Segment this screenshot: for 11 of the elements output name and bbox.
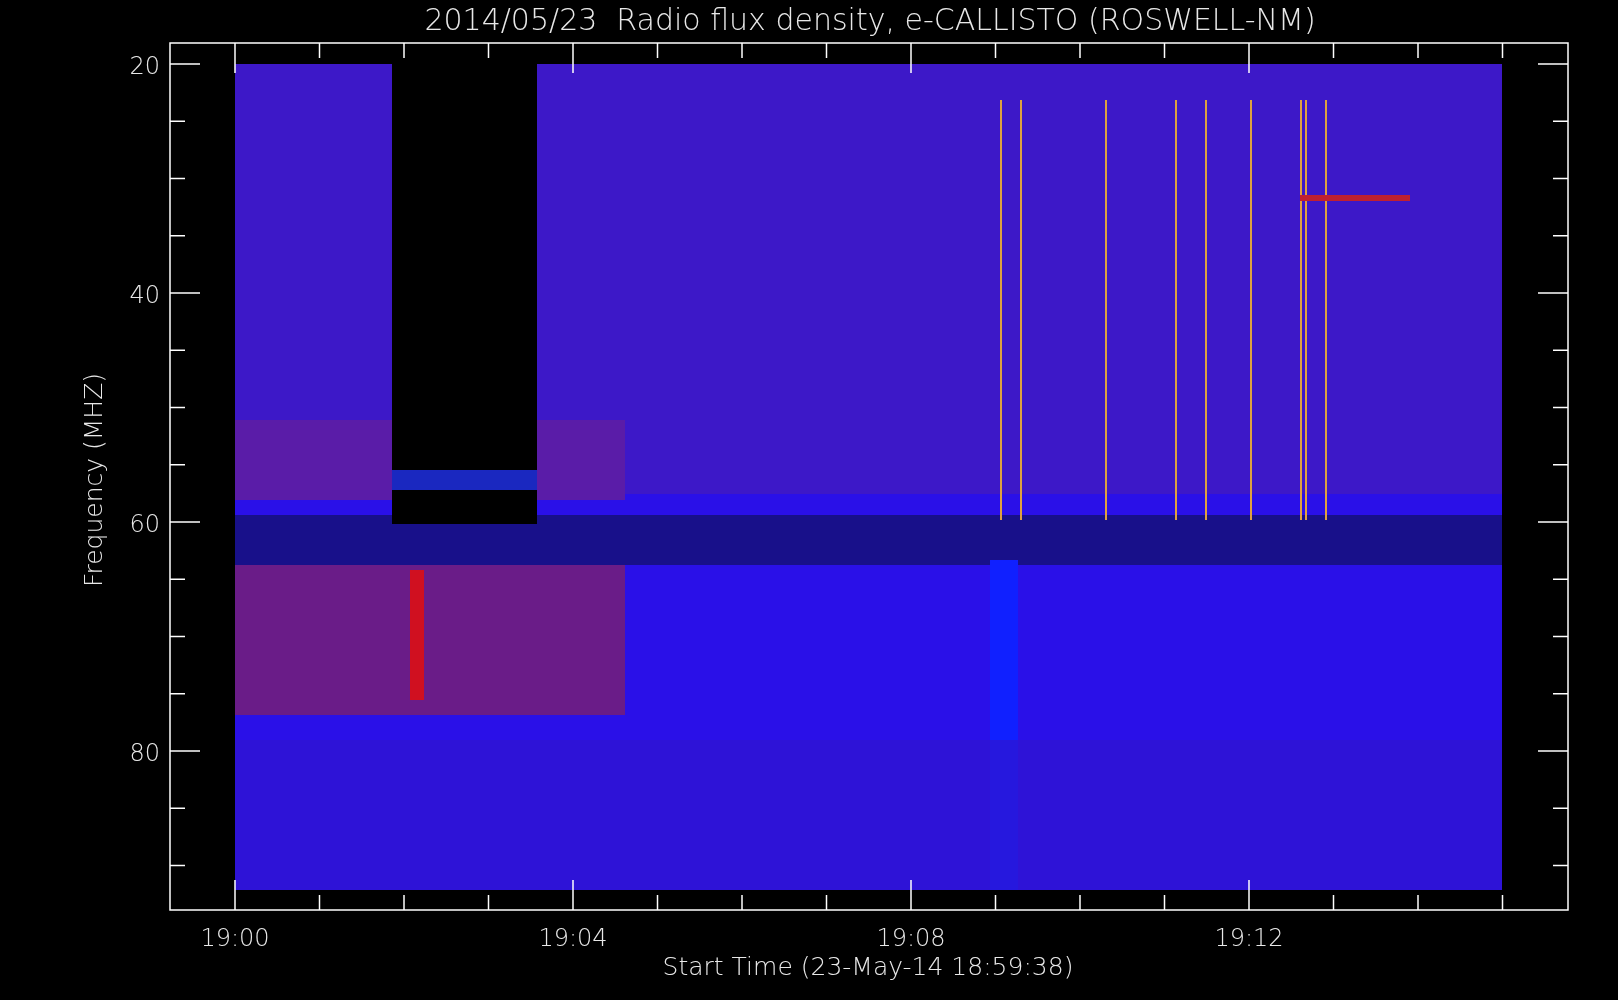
x-tick-label: 19:00: [200, 924, 270, 952]
x-axis-label: Start Time (23-May-14 18:59:38): [662, 952, 1074, 981]
y-tick-label: 20: [129, 52, 160, 80]
y-tick-label: 40: [129, 281, 160, 309]
x-tick-label: 19:08: [876, 924, 946, 952]
y-tick-label: 80: [129, 739, 160, 767]
y-axis-label: Frequency (MHZ): [79, 372, 108, 588]
x-tick-label: 19:04: [538, 924, 608, 952]
chart-title: 2014/05/23 Radio flux density, e-CALLISTO (ROSWELL-NM): [424, 2, 1316, 37]
y-tick-label: 60: [129, 510, 160, 538]
x-tick-label: 19:12: [1214, 924, 1284, 952]
